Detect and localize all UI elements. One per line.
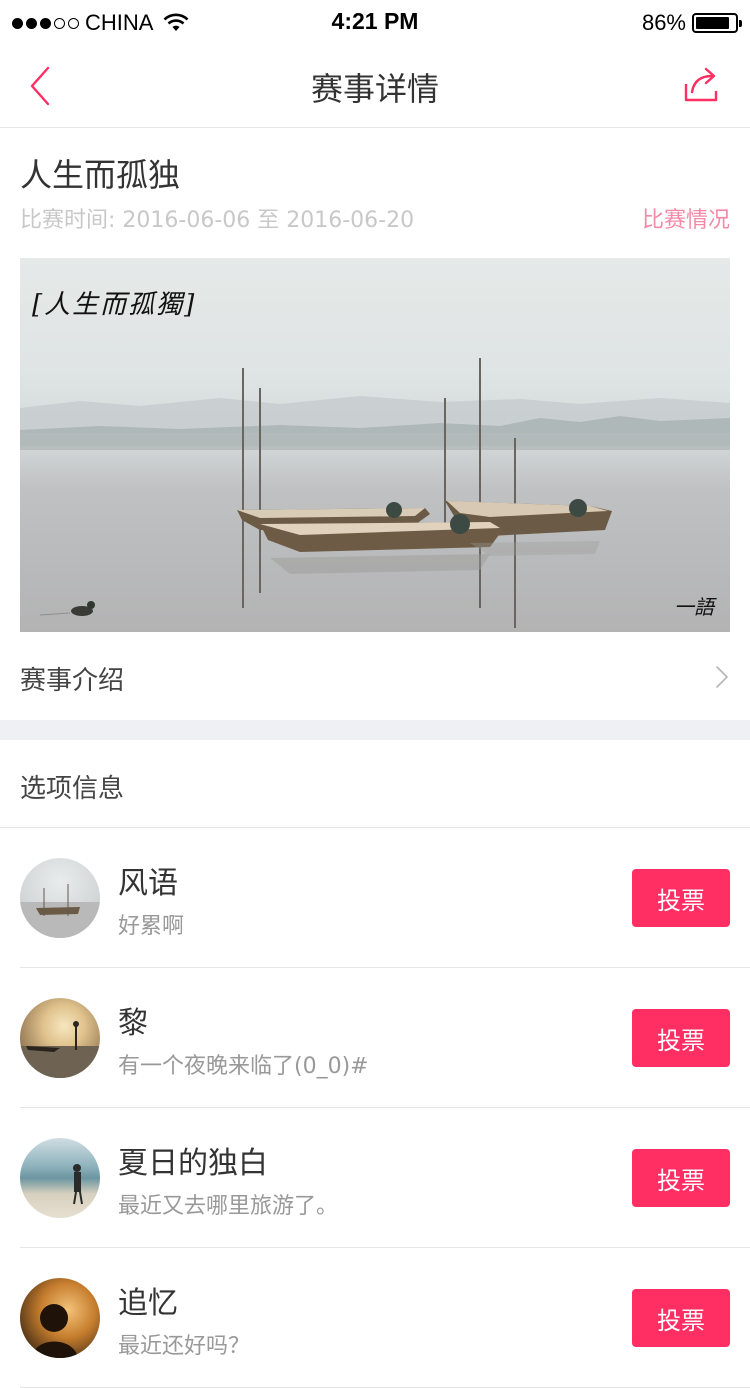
battery-status: 86% <box>641 10 742 36</box>
competition-status-link[interactable]: 比赛情况 <box>642 202 730 234</box>
vote-button[interactable]: 投票 <box>632 1289 730 1347</box>
event-time: 比赛时间: 2016-06-06 至 2016-06-20 <box>20 208 415 233</box>
battery-percent: 86% <box>641 10 686 35</box>
option-name: 黎 <box>118 1006 148 1041</box>
list-item: 追忆 最近还好吗？ 投票 <box>0 1248 750 1388</box>
banner-caption: [人生而孤獨] <box>32 290 197 320</box>
option-description: 最近又去哪里旅游了。 <box>118 1194 339 1219</box>
battery-icon <box>692 13 742 33</box>
section-divider <box>0 720 750 740</box>
avatar <box>20 858 100 938</box>
option-description: 好累啊 <box>118 914 185 939</box>
options-list: 风语 好累啊 投票 黎 有一个夜晚来临了(0_0)# 投票 夏日的独白 最近又去… <box>0 828 750 1388</box>
options-section-header: 选项信息 <box>0 740 750 828</box>
status-bar: CHINA 4:21 PM 86% <box>0 0 750 44</box>
vote-button[interactable]: 投票 <box>632 1149 730 1207</box>
vote-button[interactable]: 投票 <box>632 869 730 927</box>
nav-bar: 赛事详情 <box>0 44 750 128</box>
list-item: 风语 好累啊 投票 <box>0 828 750 968</box>
avatar <box>20 1278 100 1358</box>
event-intro-row[interactable]: 赛事介绍 <box>0 632 750 720</box>
list-item: 夏日的独白 最近又去哪里旅游了。 投票 <box>0 1108 750 1248</box>
avatar <box>20 1138 100 1218</box>
share-icon[interactable] <box>682 64 722 104</box>
list-item: 黎 有一个夜晚来临了(0_0)# 投票 <box>0 968 750 1108</box>
vote-button[interactable]: 投票 <box>632 1009 730 1067</box>
option-description: 最近还好吗？ <box>118 1334 251 1359</box>
page-title: 赛事详情 <box>310 70 439 108</box>
option-description: 有一个夜晚来临了(0_0)# <box>118 1054 369 1079</box>
banner-signature: 一語 <box>674 595 714 619</box>
option-name: 夏日的独白 <box>118 1146 268 1181</box>
event-intro-label: 赛事介绍 <box>20 666 125 696</box>
event-title: 人生而孤独 <box>20 156 181 194</box>
options-header-label: 选项信息 <box>20 774 125 804</box>
option-name: 追忆 <box>118 1286 178 1321</box>
clock: 4:21 PM <box>331 8 419 34</box>
chevron-right-icon <box>716 666 728 688</box>
avatar <box>20 998 100 1078</box>
option-name: 风语 <box>118 866 178 901</box>
event-banner-image: [人生而孤獨] 一語 <box>20 258 730 632</box>
